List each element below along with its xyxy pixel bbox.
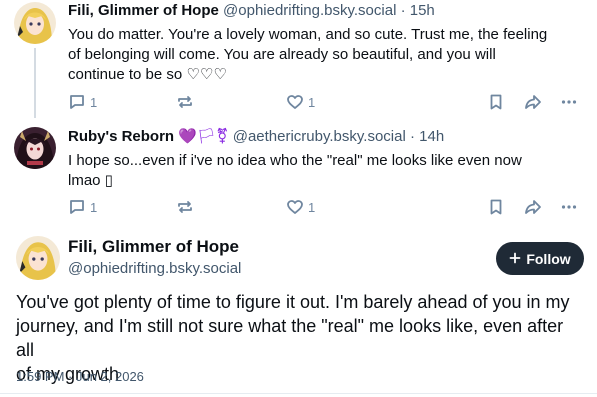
heart-icon — [286, 93, 304, 111]
bookmark-icon — [487, 93, 505, 111]
post-actions: 1 1 — [68, 91, 583, 113]
repost-button[interactable] — [176, 91, 194, 113]
reply-count: 1 — [90, 199, 98, 215]
reply-button[interactable]: 1 — [68, 196, 97, 218]
post-header: Fili, Glimmer of Hope @ophiedrifting.bsk… — [68, 1, 583, 21]
ellipsis-icon — [560, 198, 578, 216]
bookmark-icon — [487, 198, 505, 216]
follow-label: Follow — [526, 250, 571, 267]
like-button[interactable]: 1 — [286, 196, 315, 218]
handle[interactable]: @aethericruby.bsky.social — [233, 128, 406, 145]
repost-arrows-icon — [176, 93, 194, 111]
thread-line — [34, 48, 36, 118]
post-actions: 1 1 — [68, 196, 583, 218]
post-text-line: lmao ▯ — [68, 172, 113, 189]
post-header: Ruby's Reborn 💜🏳⚧ @aethericruby.bsky.soc… — [68, 126, 583, 147]
repost-button[interactable] — [176, 196, 194, 218]
like-count: 1 — [308, 94, 316, 110]
name-emoji: 💜🏳⚧ — [178, 127, 229, 145]
speech-bubble-icon — [68, 93, 86, 111]
post-text-line: I hope so...even if i've no idea who the… — [68, 152, 522, 169]
post-text-line: of belonging will come. You are already … — [68, 46, 496, 63]
separator: · — [400, 2, 406, 19]
post-text-line: continue to be so ♡♡♡ — [68, 66, 227, 83]
share-button[interactable] — [524, 196, 542, 218]
post-text-line: You do matter. You're a lovely woman, an… — [68, 26, 548, 43]
separator: · — [409, 128, 415, 145]
share-arrow-icon — [524, 198, 542, 216]
repost-arrows-icon — [176, 198, 194, 216]
avatar[interactable] — [16, 236, 60, 280]
post-time[interactable]: 15h — [410, 2, 435, 19]
more-options-button[interactable] — [560, 196, 578, 218]
like-button[interactable]: 1 — [286, 91, 315, 113]
avatar[interactable] — [14, 2, 56, 44]
ellipsis-icon — [560, 93, 578, 111]
display-name[interactable]: Fili, Glimmer of Hope — [68, 236, 239, 258]
avatar[interactable] — [14, 127, 56, 169]
divider — [0, 393, 597, 394]
share-arrow-icon — [524, 93, 542, 111]
handle[interactable]: @ophiedrifting.bsky.social — [223, 2, 396, 19]
post-text: I hope so...even if i've no idea who the… — [68, 151, 583, 191]
heart-icon — [286, 198, 304, 216]
reply-count: 1 — [90, 94, 98, 110]
display-name[interactable]: Fili, Glimmer of Hope — [68, 2, 219, 19]
follow-button[interactable]: Follow — [496, 242, 584, 275]
speech-bubble-icon — [68, 198, 86, 216]
like-count: 1 — [308, 199, 316, 215]
display-name[interactable]: Ruby's Reborn — [68, 128, 174, 145]
reply-post[interactable]: Fili, Glimmer of Hope @ophiedrifting.bsk… — [0, 0, 597, 120]
bookmark-button[interactable] — [487, 196, 505, 218]
reply-button[interactable]: 1 — [68, 91, 97, 113]
post-time[interactable]: 14h — [419, 128, 444, 145]
post-text-line: journey, and I'm still not sure what the… — [16, 316, 564, 360]
post-text-line: You've got plenty of time to figure it o… — [16, 292, 570, 312]
share-button[interactable] — [524, 91, 542, 113]
plus-icon — [509, 251, 521, 267]
more-options-button[interactable] — [560, 91, 578, 113]
bookmark-button[interactable] — [487, 91, 505, 113]
reply-post[interactable]: Ruby's Reborn 💜🏳⚧ @aethericruby.bsky.soc… — [0, 120, 597, 230]
handle[interactable]: @ophiedrifting.bsky.social — [68, 259, 241, 279]
post-timestamp[interactable]: 1:59 PM · Jun 2, 2026 — [16, 368, 144, 386]
post-text: You do matter. You're a lovely woman, an… — [68, 25, 583, 85]
